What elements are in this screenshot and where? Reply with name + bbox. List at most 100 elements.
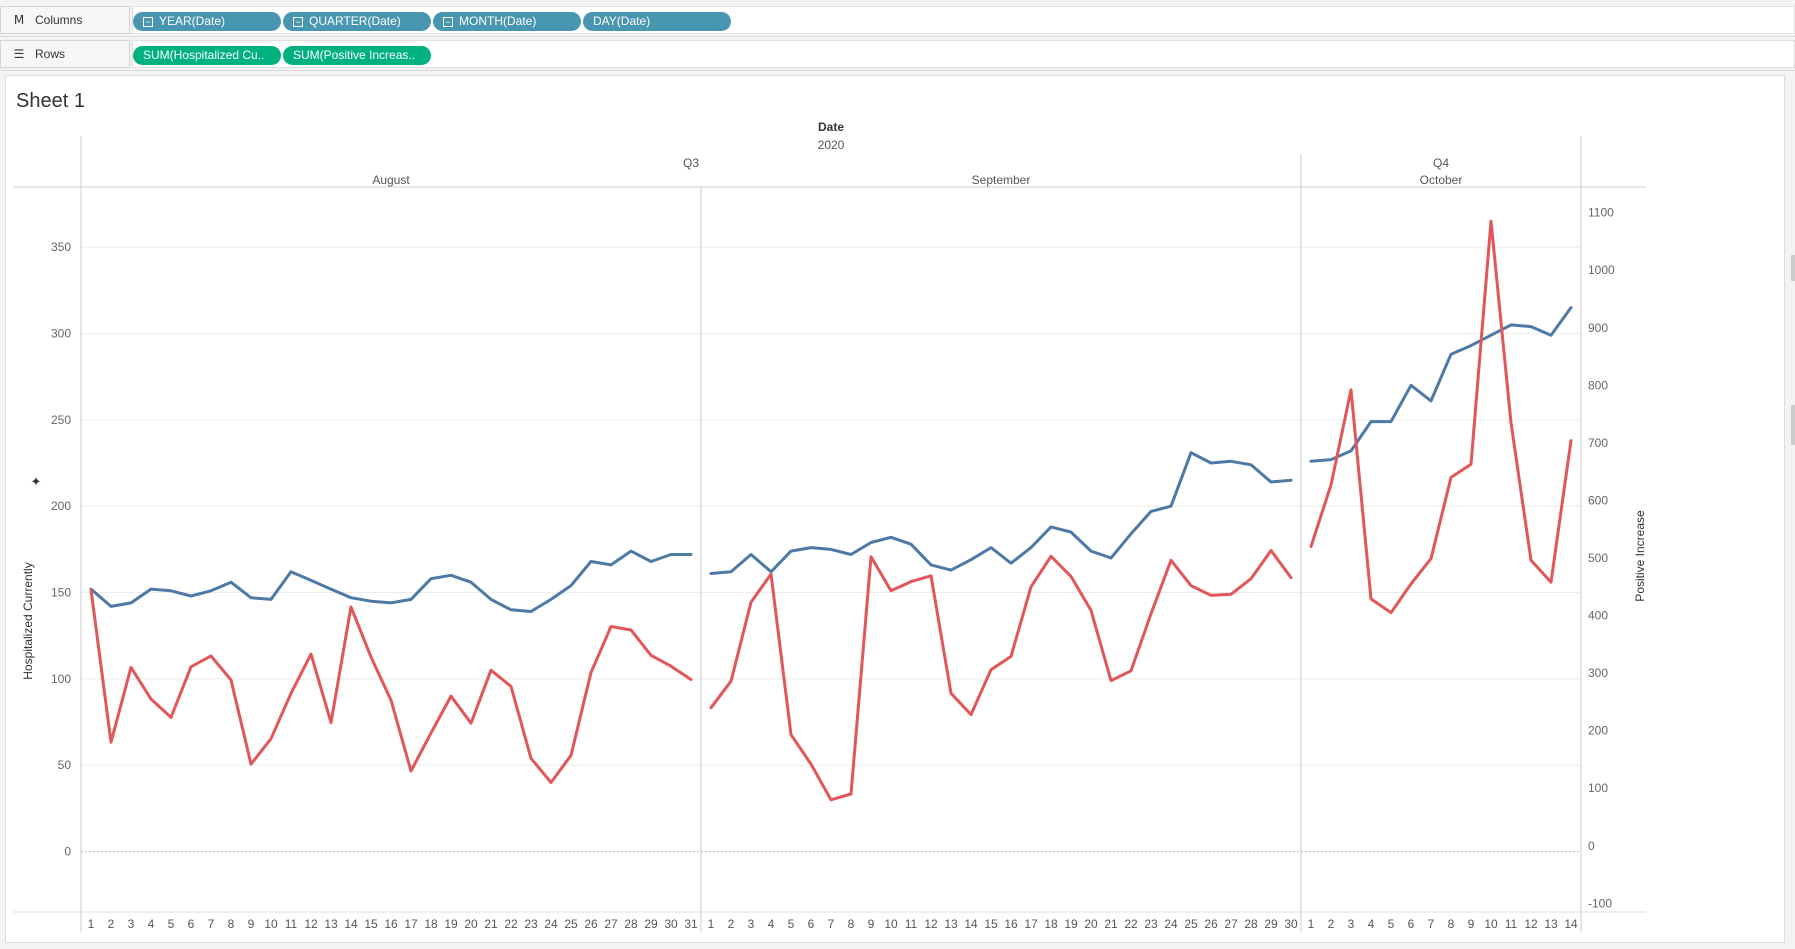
columns-drop-area[interactable]: − YEAR(Date) − QUARTER(Date) − MONTH(Date) … bbox=[132, 6, 1795, 34]
pin-icon[interactable]: ✦ bbox=[31, 474, 42, 489]
day-tick-label: 8 bbox=[848, 917, 855, 931]
day-tick-label: 11 bbox=[285, 917, 298, 931]
left-tick-label: 200 bbox=[51, 499, 71, 513]
day-tick-label: 3 bbox=[1348, 917, 1355, 931]
day-tick-label: 3 bbox=[128, 917, 135, 931]
right-tick-label: 1100 bbox=[1588, 206, 1614, 220]
collapse-icon[interactable]: − bbox=[443, 17, 453, 27]
day-tick-label: 14 bbox=[344, 917, 358, 931]
day-tick-label: 13 bbox=[1544, 917, 1558, 931]
line-chart[interactable]: Date 2020 Q3 Q4August September October Hos… bbox=[6, 76, 1784, 942]
day-tick-label: 1 bbox=[1308, 917, 1315, 931]
left-tick-label: 100 bbox=[51, 672, 71, 686]
day-tick-label: 8 bbox=[1448, 917, 1455, 931]
pill-label: DAY(Date) bbox=[593, 14, 651, 28]
left-tick-label: 350 bbox=[51, 240, 71, 254]
pill-year-date[interactable]: − YEAR(Date) bbox=[133, 12, 281, 31]
day-tick-label: 6 bbox=[188, 917, 195, 931]
day-tick-label: 21 bbox=[484, 917, 498, 931]
day-tick-label: 14 bbox=[964, 917, 978, 931]
pill-month-date[interactable]: − MONTH(Date) bbox=[433, 12, 581, 31]
day-tick-label: 10 bbox=[1484, 917, 1498, 931]
right-tick-label: 400 bbox=[1588, 609, 1608, 623]
column-headers: Date 2020 Q3 Q4 August September October bbox=[372, 120, 1462, 187]
positive-increase-line-september[interactable] bbox=[709, 549, 1293, 802]
hospitalized-line-august[interactable] bbox=[89, 549, 693, 613]
rows-icon: ☰ bbox=[13, 47, 25, 61]
day-tick-label: 31 bbox=[684, 917, 698, 931]
day-tick-label: 2 bbox=[728, 917, 735, 931]
left-tick-label: 300 bbox=[51, 327, 71, 341]
header-month: August bbox=[372, 173, 410, 187]
hospitalized-line-october[interactable] bbox=[1309, 306, 1573, 463]
day-tick-label: 12 bbox=[924, 917, 938, 931]
day-tick-label: 13 bbox=[324, 917, 338, 931]
day-tick-label: 27 bbox=[604, 917, 618, 931]
day-tick-label: 21 bbox=[1104, 917, 1118, 931]
pill-label: SUM(Positive Increas.. bbox=[293, 48, 416, 62]
day-tick-label: 1 bbox=[708, 917, 715, 931]
pill-quarter-date[interactable]: − QUARTER(Date) bbox=[283, 12, 431, 31]
right-tick-label: 500 bbox=[1588, 551, 1608, 565]
left-tick-label: 250 bbox=[51, 413, 71, 427]
day-tick-label: 27 bbox=[1224, 917, 1238, 931]
day-tick-label: 3 bbox=[748, 917, 755, 931]
day-tick-label: 25 bbox=[564, 917, 578, 931]
pill-label: MONTH(Date) bbox=[459, 14, 537, 28]
day-tick-label: 26 bbox=[1204, 917, 1218, 931]
day-tick-label: 4 bbox=[1368, 917, 1375, 931]
rows-drop-area[interactable]: SUM(Hospitalized Cu.. SUM(Positive Incre… bbox=[132, 40, 1795, 68]
day-tick-label: 13 bbox=[944, 917, 958, 931]
day-tick-label: 4 bbox=[768, 917, 775, 931]
sheet-view: Sheet 1 Date 2020 Q3 Q4 August September Oct… bbox=[5, 75, 1785, 943]
day-tick-label: 22 bbox=[1124, 917, 1138, 931]
pill-label: YEAR(Date) bbox=[159, 14, 226, 28]
day-tick-label: 19 bbox=[1064, 917, 1078, 931]
left-tick-label: 0 bbox=[64, 845, 71, 859]
scrollbar-handle[interactable] bbox=[1791, 255, 1795, 281]
day-tick-label: 20 bbox=[1084, 917, 1098, 931]
header-month: September bbox=[972, 173, 1031, 187]
left-axis-label[interactable]: Hospitalized Currently bbox=[21, 562, 35, 679]
pill-sum-positive-increase[interactable]: SUM(Positive Increas.. bbox=[283, 46, 431, 65]
day-tick-label: 28 bbox=[624, 917, 638, 931]
day-tick-label: 9 bbox=[868, 917, 875, 931]
grid bbox=[13, 136, 1646, 932]
day-tick-label: 20 bbox=[464, 917, 478, 931]
series-lines[interactable] bbox=[89, 219, 1573, 802]
day-tick-label: 12 bbox=[1524, 917, 1538, 931]
right-axis-label[interactable]: Positive Increase bbox=[1633, 510, 1647, 602]
right-tick-label: -100 bbox=[1588, 896, 1612, 910]
collapse-icon[interactable]: − bbox=[293, 17, 303, 27]
day-tick-label: 22 bbox=[504, 917, 518, 931]
pill-day-date[interactable]: DAY(Date) bbox=[583, 12, 731, 31]
right-tick-label: 300 bbox=[1588, 666, 1608, 680]
pill-sum-hospitalized[interactable]: SUM(Hospitalized Cu.. bbox=[133, 46, 281, 65]
day-tick-label: 8 bbox=[228, 917, 235, 931]
day-tick-label: 26 bbox=[584, 917, 598, 931]
pill-label: QUARTER(Date) bbox=[309, 14, 401, 28]
day-tick-label: 19 bbox=[444, 917, 458, 931]
columns-label-text: Columns bbox=[35, 13, 83, 27]
scrollbar-handle[interactable] bbox=[1791, 405, 1795, 445]
day-tick-label: 11 bbox=[1505, 917, 1518, 931]
day-tick-label: 29 bbox=[644, 917, 658, 931]
day-tick-label: 28 bbox=[1244, 917, 1258, 931]
day-tick-label: 23 bbox=[1144, 917, 1158, 931]
right-tick-label: 200 bbox=[1588, 724, 1608, 738]
right-tick-label: 1000 bbox=[1588, 263, 1615, 277]
positive-increase-line-august[interactable] bbox=[89, 588, 693, 784]
day-tick-label: 15 bbox=[984, 917, 998, 931]
day-tick-label: 5 bbox=[788, 917, 795, 931]
columns-shelf-label: Ⅿ Columns bbox=[0, 6, 130, 34]
hospitalized-line-september[interactable] bbox=[709, 451, 1293, 575]
rows-shelf-label: ☰ Rows bbox=[0, 40, 130, 68]
collapse-icon[interactable]: − bbox=[143, 17, 153, 27]
rows-label-text: Rows bbox=[35, 47, 66, 61]
day-tick-label: 17 bbox=[1024, 917, 1038, 931]
day-tick-label: 30 bbox=[1284, 917, 1298, 931]
day-tick-label: 29 bbox=[1264, 917, 1278, 931]
day-tick-label: 15 bbox=[364, 917, 378, 931]
positive-increase-line-october[interactable] bbox=[1309, 219, 1573, 615]
header-quarter: Q3 bbox=[683, 156, 699, 170]
